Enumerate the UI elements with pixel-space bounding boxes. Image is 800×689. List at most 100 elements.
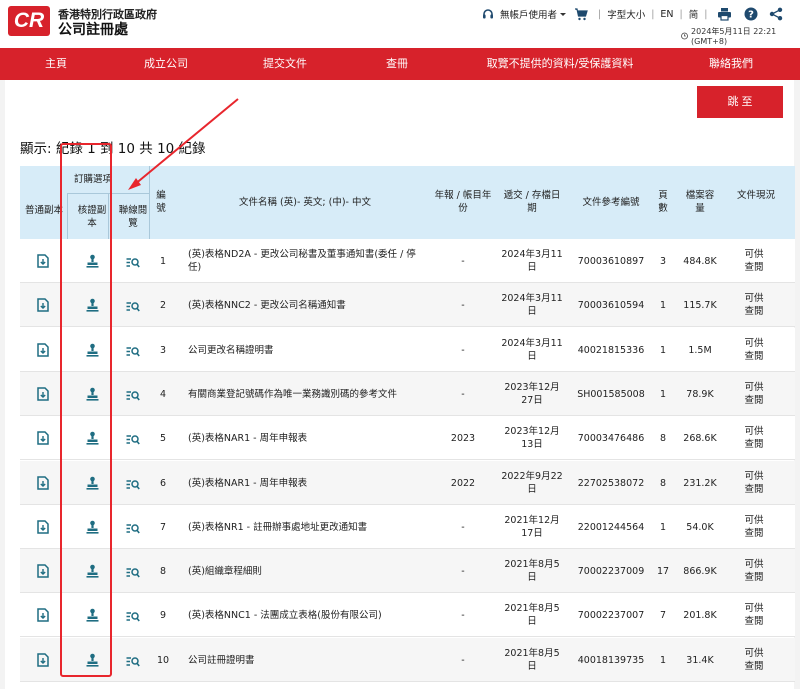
print-icon[interactable] [717, 7, 732, 21]
status-cell: 可供查閱 [744, 647, 764, 672]
doc-name-link[interactable]: (英)表格NR1 - 註冊辦事處地址更改通知書 [188, 521, 424, 534]
document-download-icon[interactable] [37, 342, 53, 358]
stamp-icon[interactable] [86, 253, 102, 269]
list-search-icon[interactable] [126, 564, 142, 580]
year-cell: - [461, 521, 465, 533]
stamp-icon[interactable] [86, 386, 102, 402]
document-download-icon[interactable] [37, 607, 53, 623]
row-number: 7 [159, 521, 167, 533]
row-number: 2 [159, 300, 167, 312]
stamp-icon[interactable] [86, 475, 102, 491]
pages-cell: 1 [659, 344, 667, 356]
status-cell: 可供查閱 [744, 337, 764, 362]
size-header: 檔案容量 [685, 190, 715, 214]
ref-header: 文件參考編號 [582, 197, 640, 208]
table-row: 3 公司更改名稱證明書 - 2024年3月11日 40021815336 1 1.5M 可供查… [20, 327, 795, 372]
list-search-icon[interactable] [126, 387, 142, 403]
list-search-icon[interactable] [126, 608, 142, 624]
help-icon[interactable]: ? [744, 7, 758, 21]
doc-name-link[interactable]: (英)表格NAR1 - 周年申報表 [188, 432, 424, 445]
table-row: 4 有關商業登記號碼作為唯一業務識別碼的參考文件 - 2023年12月27日 SH001… [20, 371, 795, 416]
nav-submit-docs[interactable]: 提交文件 [263, 48, 307, 80]
pages-cell: 7 [659, 610, 667, 622]
date-cell: 2021年12月17日 [504, 514, 560, 539]
nav-search[interactable]: 查冊 [386, 48, 408, 80]
share-icon[interactable] [769, 7, 783, 21]
ref-cell: 70002237009 [577, 566, 645, 578]
row-number: 4 [159, 388, 167, 400]
year-cell: 2022 [450, 477, 476, 489]
list-search-icon[interactable] [126, 431, 142, 447]
lang-en-link[interactable]: EN [660, 9, 673, 20]
ref-cell: 70002237007 [577, 610, 645, 622]
nav-contact[interactable]: 聯絡我們 [709, 48, 753, 80]
list-search-icon[interactable] [126, 653, 142, 669]
doc-name-link[interactable]: (英)表格NNC2 - 更改公司名稱通知書 [188, 299, 424, 312]
document-download-icon[interactable] [37, 652, 53, 668]
font-size-link[interactable]: 字型大小 [607, 7, 645, 21]
document-download-icon[interactable] [37, 297, 53, 313]
year-cell: - [461, 566, 465, 578]
doc-name-link[interactable]: (英)表格NNC1 - 法團成立表格(股份有限公司) [188, 609, 424, 622]
nav-home[interactable]: 主頁 [45, 48, 67, 80]
order-options-header: 訂購選項 [73, 174, 112, 185]
table-row: 7 (英)表格NR1 - 註冊辦事處地址更改通知書 - 2021年12月17日 2200… [20, 504, 795, 549]
document-download-icon[interactable] [37, 430, 53, 446]
pages-cell: 1 [659, 654, 667, 666]
user-label: 無帳戶使用者 [500, 10, 558, 21]
pages-cell: 17 [656, 566, 670, 578]
size-cell: 268.6K [683, 433, 717, 445]
headset-icon [483, 9, 493, 19]
stamp-icon[interactable] [86, 519, 102, 535]
row-number: 9 [159, 610, 167, 622]
stamp-icon[interactable] [86, 430, 102, 446]
certified-copy-header: 核證副本 [77, 205, 107, 229]
status-cell: 可供查閱 [744, 559, 764, 584]
cart-icon[interactable] [574, 7, 588, 21]
size-cell: 54.0K [686, 521, 714, 533]
pages-cell: 1 [659, 521, 667, 533]
ref-cell: 70003476486 [577, 433, 645, 445]
datetime: 2024年5月11日 22:21 (GMT+8) [681, 26, 800, 46]
list-search-icon[interactable] [126, 298, 142, 314]
document-download-icon[interactable] [37, 253, 53, 269]
doc-name-link[interactable]: (英)組織章程細則 [188, 565, 424, 578]
date-cell: 2023年12月13日 [504, 426, 560, 451]
date-cell: 2024年3月11日 [501, 337, 563, 362]
lang-sc-link[interactable]: 简 [689, 7, 699, 21]
size-cell: 78.9K [686, 388, 714, 400]
date-cell: 2021年8月5日 [504, 559, 560, 584]
stamp-icon[interactable] [86, 652, 102, 668]
doc-name-link[interactable]: (英)表格NAR1 - 周年申報表 [188, 477, 424, 490]
table-row: 1 (英)表格ND2A - 更改公司秘書及董事通知書(委任 / 停任) - 2024年… [20, 239, 795, 283]
year-cell: - [461, 654, 465, 666]
stamp-icon[interactable] [86, 607, 102, 623]
stamp-icon[interactable] [86, 342, 102, 358]
cr-logo[interactable]: CR [8, 6, 50, 36]
list-search-icon[interactable] [126, 520, 142, 536]
stamp-icon[interactable] [86, 297, 102, 313]
doc-name-link[interactable]: 公司註冊證明書 [188, 654, 424, 667]
jump-button[interactable]: 跳 至 [697, 86, 783, 118]
util-links: | 字型大小 | EN | 简 | [598, 7, 708, 22]
date-cell: 2023年12月27日 [504, 381, 560, 406]
list-search-icon[interactable] [126, 343, 142, 359]
nav-protected-info[interactable]: 取覽不提供的資料/受保護資料 [487, 48, 634, 80]
stamp-icon[interactable] [86, 563, 102, 579]
document-download-icon[interactable] [37, 519, 53, 535]
document-download-icon[interactable] [37, 475, 53, 491]
document-download-icon[interactable] [37, 386, 53, 402]
doc-name-link[interactable]: (英)表格ND2A - 更改公司秘書及董事通知書(委任 / 停任) [188, 248, 424, 274]
row-number: 3 [159, 344, 167, 356]
list-search-icon[interactable] [126, 254, 142, 270]
nav-incorporate[interactable]: 成立公司 [144, 48, 188, 80]
user-menu[interactable]: 無帳戶使用者 [482, 7, 567, 21]
row-number: 1 [159, 256, 167, 267]
document-download-icon[interactable] [37, 563, 53, 579]
year-cell: - [461, 300, 465, 312]
svg-text:?: ? [748, 10, 754, 21]
doc-name-link[interactable]: 公司更改名稱證明書 [188, 344, 424, 357]
list-search-icon[interactable] [126, 476, 142, 492]
doc-name-link[interactable]: 有關商業登記號碼作為唯一業務識別碼的參考文件 [188, 388, 424, 401]
date-cell: 2022年9月22日 [501, 470, 563, 495]
